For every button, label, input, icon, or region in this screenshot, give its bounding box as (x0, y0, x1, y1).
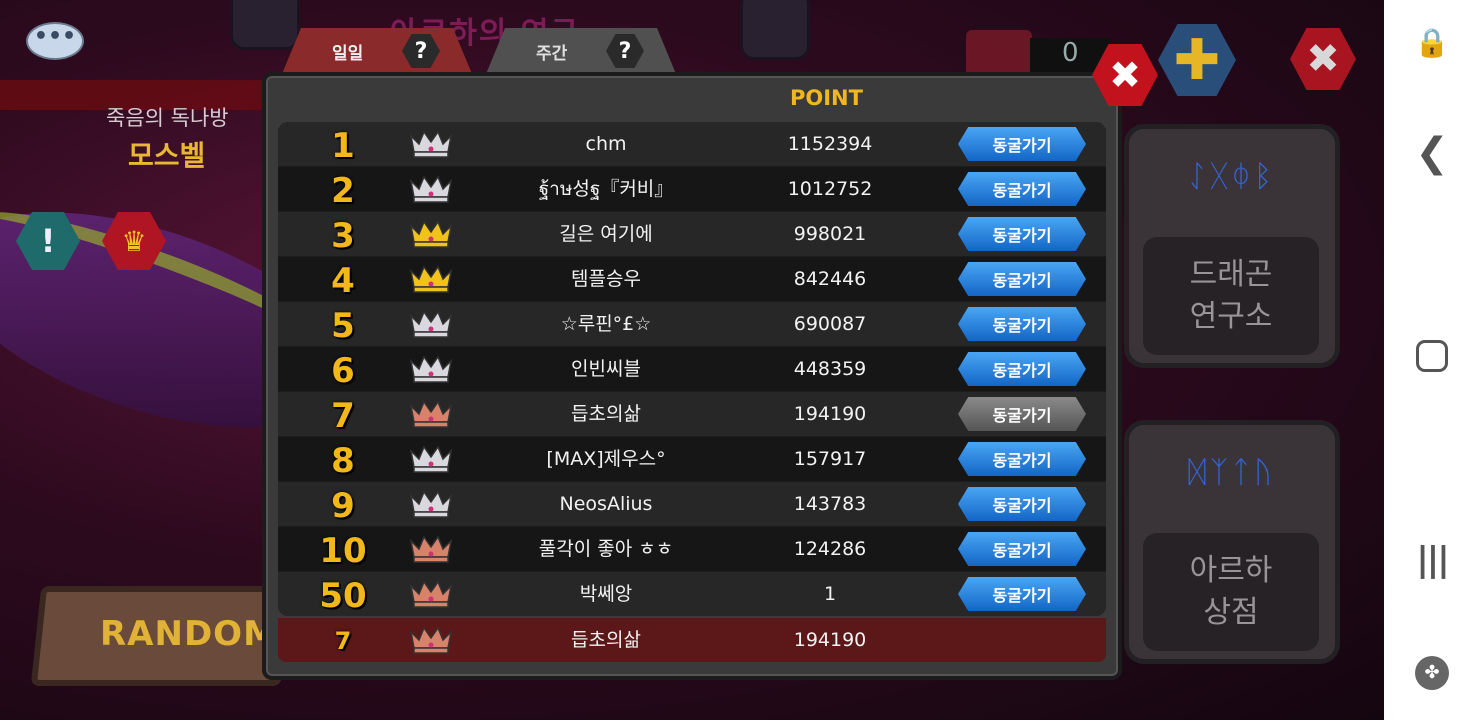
crown-icon (408, 443, 454, 473)
recent-apps-icon[interactable]: ||| (1384, 540, 1480, 580)
android-nav-bar: 🔒 ❮ ||| ✤ (1384, 0, 1480, 720)
dragon-lab-label: 드래곤 연구소 (1143, 237, 1319, 355)
visit-cave-button[interactable]: 동굴가기 (958, 262, 1086, 296)
rank-number: 50 (319, 576, 367, 616)
rank-number: 2 (331, 171, 355, 211)
player-name: ☆루핀°£☆ (560, 313, 652, 335)
crown-icon (408, 173, 454, 203)
player-name: 듭초의삶 (571, 403, 641, 425)
crown-icon (408, 308, 454, 338)
player-score: 157917 (793, 448, 867, 470)
crown-icon (408, 488, 454, 518)
random-button-label: RANDOM (100, 614, 278, 654)
player-name: 풀각이 좋아 ㅎㅎ (538, 538, 674, 560)
player-score: 842446 (793, 268, 867, 290)
home-icon[interactable] (1384, 340, 1480, 376)
rank-number: 3 (331, 216, 355, 256)
rank-number: 6 (331, 351, 355, 391)
ranking-row: 7 듭초의삶 194190 동굴가기 (278, 392, 1106, 436)
player-name: chm (585, 133, 627, 155)
visit-cave-button[interactable]: 동굴가기 (958, 397, 1086, 431)
player-name: 인빈씨블 (571, 358, 641, 380)
background-rune-stone (740, 0, 810, 60)
player-name: 템플승우 (571, 268, 641, 290)
visit-cave-button[interactable]: 동굴가기 (958, 172, 1086, 206)
ranking-row: 10 풀각이 좋아 ㅎㅎ 124286 동굴가기 (278, 527, 1106, 571)
background-rune-stone (230, 0, 300, 50)
tab-weekly-label: 주간 (536, 43, 568, 64)
screen: 아르하의 연구 ••• 죽음의 독나방 모스벨 ! ♛ RANDOM 0 ✚ ✖… (0, 0, 1480, 720)
player-score: 448359 (793, 358, 867, 380)
tab-weekly[interactable]: 주간 (486, 28, 676, 74)
visit-cave-button[interactable]: 동굴가기 (958, 127, 1086, 161)
dungeon-name: 모스벨 (128, 139, 206, 172)
player-score: 690087 (793, 313, 867, 335)
visit-cave-button[interactable]: 동굴가기 (958, 532, 1086, 566)
player-name: 듭초의삶 (571, 629, 641, 651)
tab-daily-label: 일일 (332, 43, 364, 64)
rank-number: 7 (334, 627, 352, 655)
rank-number: 5 (331, 306, 355, 346)
crown-icon (408, 624, 454, 654)
arha-shop-panel[interactable]: ᛞᛉᛏᚢ 아르하 상점 (1124, 420, 1340, 664)
ranking-row: 6 인빈씨블 448359 동굴가기 (278, 347, 1106, 391)
player-name: ฐ้าษ성ฐ『커비』 (538, 178, 674, 200)
close-screen-button[interactable]: ✖ (1290, 28, 1356, 90)
add-currency-button[interactable]: ✚ (1158, 24, 1236, 96)
game-tools-glyph: ✤ (1415, 656, 1449, 690)
dungeon-subtitle: 죽음의 독나방 (106, 106, 229, 130)
crown-icon (408, 218, 454, 248)
crown-icon (408, 533, 454, 563)
rank-number: 9 (331, 486, 355, 526)
player-name: NeosAlius (559, 493, 653, 515)
ranking-row: 9 NeosAlius 143783 동굴가기 (278, 482, 1106, 526)
visit-cave-button[interactable]: 동굴가기 (958, 487, 1086, 521)
visit-cave-button[interactable]: 동굴가기 (958, 352, 1086, 386)
rank-number: 7 (331, 396, 355, 436)
player-score: 1152394 (787, 133, 873, 155)
player-name: [MAX]제우스° (546, 448, 666, 470)
tab-daily[interactable]: 일일 (282, 28, 472, 74)
crown-icon (408, 128, 454, 158)
player-score: 998021 (793, 223, 867, 245)
player-score: 194190 (793, 629, 867, 651)
ranking-list: 1 chm 1152394 동굴가기 2 ฐ้าษ성ฐ『커비』 1012752 동굴가기 3 길은… (278, 122, 1106, 616)
rune-text: ᛞᛉᛏᚢ (1188, 455, 1276, 490)
chat-button[interactable]: ••• (26, 22, 84, 60)
touch-lock-icon[interactable]: 🔒 (1384, 26, 1480, 59)
rank-number: 8 (331, 441, 355, 481)
player-name: 길은 여기에 (559, 223, 653, 245)
arha-shop-label: 아르하 상점 (1143, 533, 1319, 651)
rank-number: 1 (331, 126, 355, 166)
rune-text: ᛇᚷᛰᛒ (1188, 159, 1276, 194)
visit-cave-button[interactable]: 동굴가기 (958, 577, 1086, 611)
crown-icon (408, 398, 454, 428)
player-score: 124286 (793, 538, 867, 560)
player-score: 1012752 (787, 178, 873, 200)
rank-number: 10 (319, 531, 367, 571)
player-score: 194190 (793, 403, 867, 425)
ranking-row: 8 [MAX]제우스° 157917 동굴가기 (278, 437, 1106, 481)
ranking-row: 4 템플승우 842446 동굴가기 (278, 257, 1106, 301)
dragon-lab-panel[interactable]: ᛇᚷᛰᛒ 드래곤 연구소 (1124, 124, 1340, 368)
game-tools-icon[interactable]: ✤ (1384, 656, 1480, 690)
crown-icon (408, 578, 454, 608)
point-column-header: POINT (790, 86, 863, 110)
my-rank-row: 7 듭초의삶 194190 (278, 618, 1106, 662)
rank-number: 4 (331, 261, 355, 301)
player-score: 143783 (793, 493, 867, 515)
back-icon[interactable]: ❮ (1384, 130, 1480, 176)
crown-icon (408, 263, 454, 293)
ranking-row: 3 길은 여기에 998021 동굴가기 (278, 212, 1106, 256)
player-name: 박쎄앙 (579, 583, 633, 605)
crown-icon (408, 353, 454, 383)
ranking-row: 2 ฐ้าษ성ฐ『커비』 1012752 동굴가기 (278, 167, 1106, 211)
ranking-row: 50 박쎄앙 1 동굴가기 (278, 572, 1106, 616)
visit-cave-button[interactable]: 동굴가기 (958, 217, 1086, 251)
player-score: 1 (823, 583, 837, 605)
visit-cave-button[interactable]: 동굴가기 (958, 307, 1086, 341)
ranking-row: 5 ☆루핀°£☆ 690087 동굴가기 (278, 302, 1106, 346)
visit-cave-button[interactable]: 동굴가기 (958, 442, 1086, 476)
ranking-row: 1 chm 1152394 동굴가기 (278, 122, 1106, 166)
